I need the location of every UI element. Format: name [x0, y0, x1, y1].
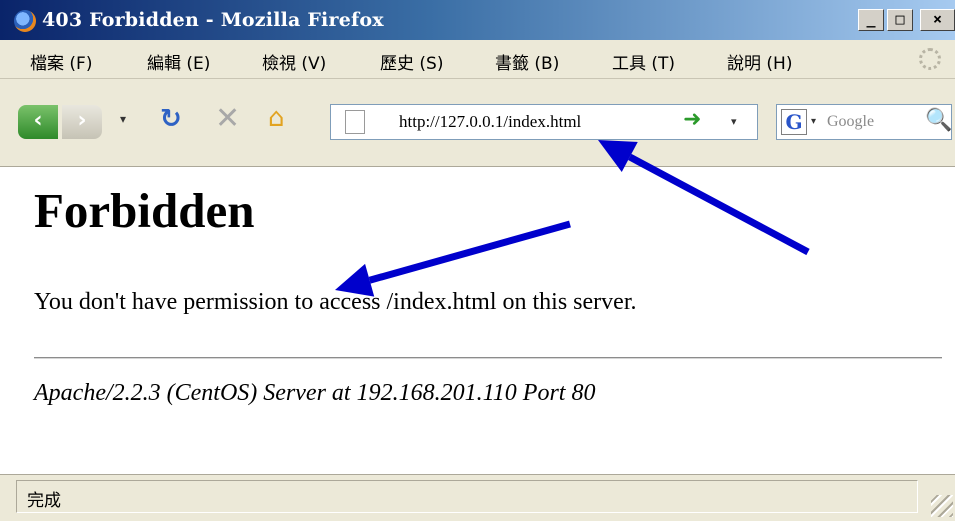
- resize-grip-icon[interactable]: [931, 495, 953, 517]
- back-button[interactable]: ‹: [18, 105, 58, 139]
- menu-help[interactable]: 說明 (H): [727, 49, 792, 74]
- status-panel: 完成: [16, 480, 918, 513]
- home-icon[interactable]: ⌂: [268, 103, 285, 133]
- menu-view[interactable]: 檢視 (V): [262, 49, 326, 74]
- firefox-logo-icon: [14, 10, 36, 32]
- title-bar: 403 Forbidden - Mozilla Firefox _ □ ×: [0, 0, 955, 40]
- forward-button[interactable]: ›: [62, 105, 102, 139]
- menu-bookmarks[interactable]: 書籤 (B): [495, 49, 559, 74]
- go-arrow-icon[interactable]: ➜: [683, 107, 701, 132]
- status-bar: 完成: [0, 474, 955, 521]
- reload-icon[interactable]: ↻: [160, 104, 182, 134]
- menu-tools[interactable]: 工具 (T): [612, 49, 675, 74]
- browser-window: 403 Forbidden - Mozilla Firefox _ □ × 檔案…: [0, 0, 955, 521]
- url-dropdown-icon[interactable]: ▾: [731, 115, 737, 128]
- engine-dropdown-icon[interactable]: ▾: [811, 116, 816, 127]
- status-text: 完成: [27, 491, 61, 511]
- maximize-button[interactable]: □: [887, 9, 913, 31]
- menu-edit[interactable]: 編輯 (E): [147, 49, 210, 74]
- menu-file[interactable]: 檔案 (F): [30, 49, 92, 74]
- error-message: You don't have permission to access /ind…: [34, 289, 637, 315]
- stop-icon[interactable]: ✕: [215, 101, 240, 136]
- url-input[interactable]: http://127.0.0.1/index.html: [399, 112, 581, 132]
- page-content: Forbidden You don't have permission to a…: [0, 166, 955, 475]
- menu-bar: 檔案 (F) 編輯 (E) 檢視 (V) 歷史 (S) 書籤 (B) 工具 (T…: [0, 40, 955, 79]
- google-engine-icon[interactable]: G: [781, 109, 807, 135]
- search-icon[interactable]: 🔍: [925, 108, 952, 133]
- close-button[interactable]: ×: [920, 9, 955, 31]
- divider: [34, 357, 942, 359]
- history-dropdown-icon[interactable]: ▾: [120, 112, 126, 126]
- page-icon: [345, 110, 365, 134]
- menu-history[interactable]: 歷史 (S): [380, 49, 443, 74]
- throbber-icon: [919, 48, 941, 70]
- search-box[interactable]: G ▾ Google 🔍: [776, 104, 952, 140]
- address-bar[interactable]: http://127.0.0.1/index.html ➜ ▾: [330, 104, 758, 140]
- server-signature: Apache/2.2.3 (CentOS) Server at 192.168.…: [34, 380, 596, 406]
- window-title: 403 Forbidden - Mozilla Firefox: [42, 9, 384, 31]
- search-input[interactable]: Google: [827, 113, 927, 131]
- page-heading: Forbidden: [34, 183, 255, 238]
- minimize-button[interactable]: _: [858, 9, 884, 31]
